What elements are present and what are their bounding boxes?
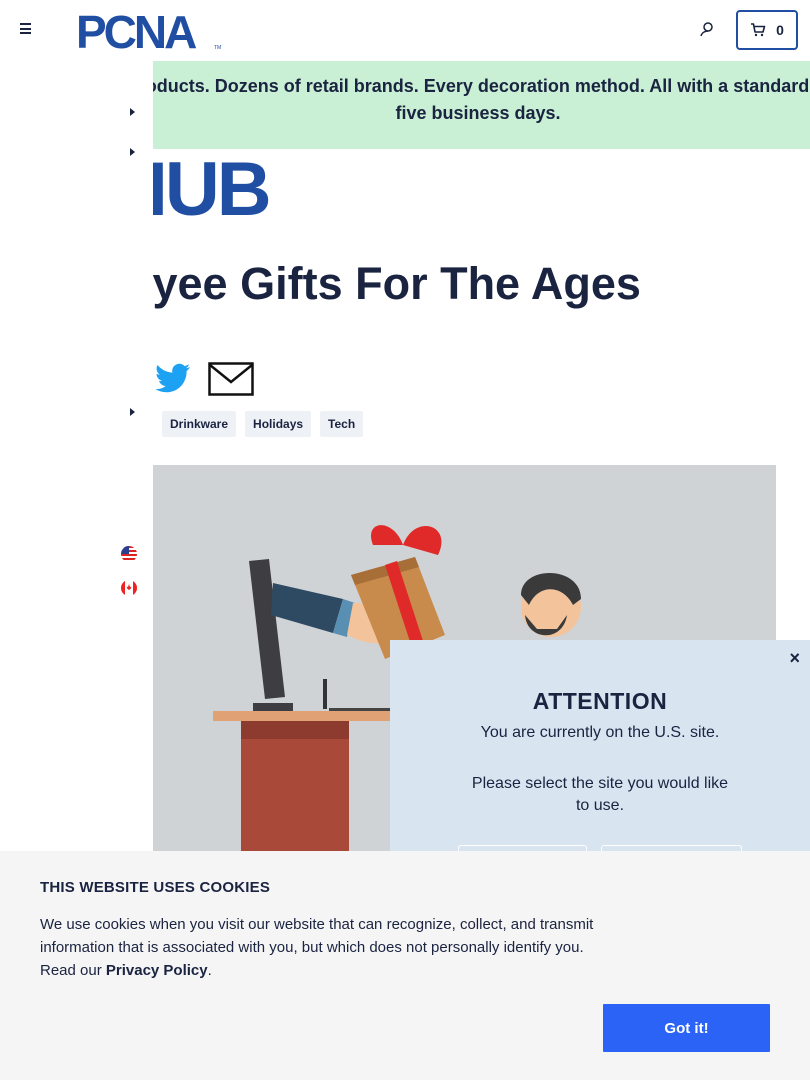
expand-arrow-icon[interactable] — [130, 408, 135, 416]
close-icon[interactable]: × — [789, 648, 800, 669]
svg-text:PCNA: PCNA — [76, 11, 196, 51]
cart-count: 0 — [776, 22, 784, 38]
cart-icon — [751, 23, 766, 37]
hub-logo: HUB — [153, 150, 293, 220]
svg-text:TM: TM — [214, 45, 221, 51]
pcna-logo[interactable]: PCNA TM — [76, 11, 226, 51]
accept-cookies-button[interactable]: Got it! — [603, 1004, 770, 1052]
cookie-period: . — [207, 962, 212, 979]
expand-arrow-icon[interactable] — [130, 148, 135, 156]
cookie-body: We use cookies when you visit our websit… — [40, 913, 610, 982]
mail-icon[interactable] — [208, 362, 254, 396]
modal-instruction: Please select the site you would like to… — [471, 775, 729, 814]
modal-current-site: You are currently on the U.S. site. — [480, 724, 720, 741]
hub-label: HUB — [153, 150, 272, 220]
cookie-banner: THIS WEBSITE USES COOKIES We use cookies… — [0, 851, 810, 1080]
menu-icon[interactable] — [20, 23, 36, 37]
canada-flag-icon[interactable] — [121, 580, 137, 596]
modal-title: ATTENTION — [532, 688, 668, 714]
banner-text: Thousands of products. Dozens of retail … — [153, 76, 810, 123]
promo-banner: Thousands of products. Dozens of retail … — [153, 61, 810, 149]
us-flag-icon[interactable] — [121, 546, 137, 562]
article-tags: Drinkware Holidays Tech — [162, 411, 364, 437]
article-title-wrap: Employee Gifts For The Ages — [153, 258, 810, 322]
cookie-title: THIS WEBSITE USES COOKIES — [40, 879, 271, 896]
user-icon[interactable] — [697, 20, 717, 40]
tag-holidays[interactable]: Holidays — [245, 411, 312, 437]
privacy-policy-link[interactable]: Privacy Policy — [106, 962, 208, 979]
expand-arrow-icon[interactable] — [130, 108, 135, 116]
site-header: PCNA TM 0 — [0, 0, 810, 60]
twitter-icon[interactable] — [155, 363, 192, 393]
cart-button[interactable]: 0 — [736, 10, 798, 50]
tag-tech[interactable]: Tech — [320, 411, 364, 437]
region-select-modal: × ATTENTION You are currently on the U.S… — [390, 640, 810, 880]
article-title: Employee Gifts For The Ages — [153, 258, 641, 309]
tag-drinkware[interactable]: Drinkware — [162, 411, 237, 437]
